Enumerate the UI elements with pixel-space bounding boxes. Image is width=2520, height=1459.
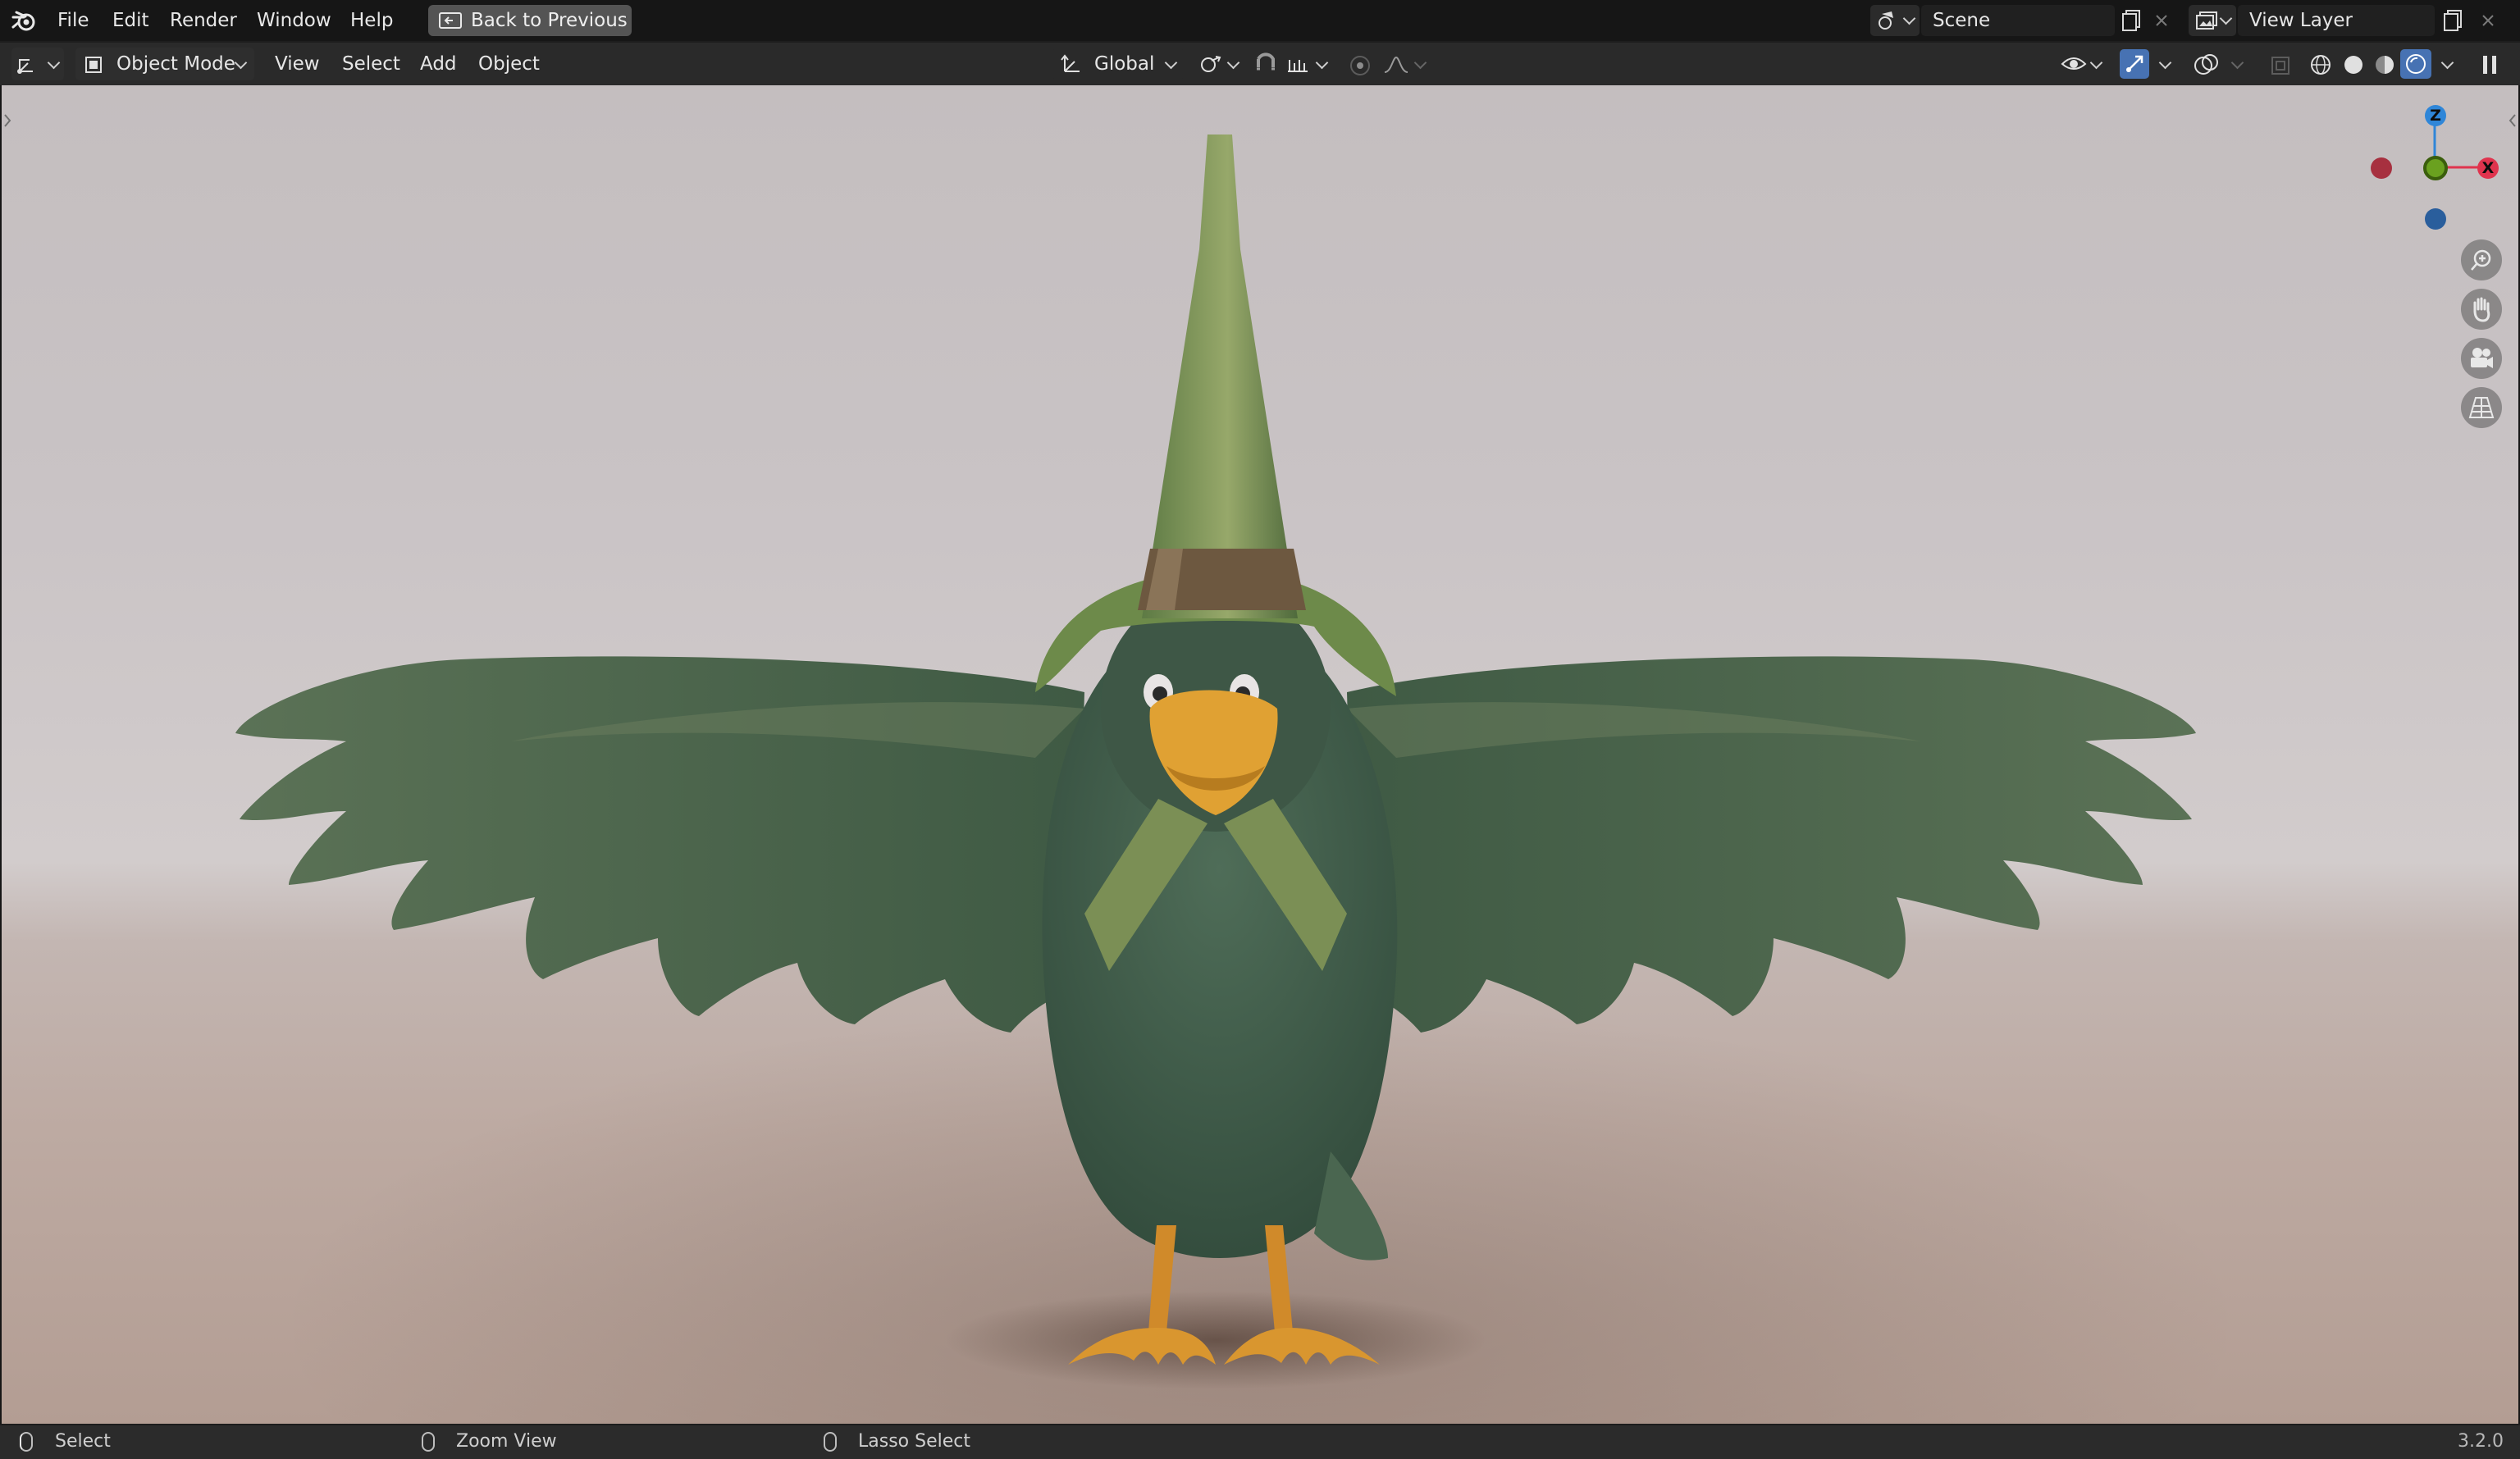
mouse-left-click-icon bbox=[20, 1432, 33, 1452]
wireframe-shading-icon[interactable] bbox=[2308, 52, 2333, 77]
gizmo-y-axis-button[interactable] bbox=[2423, 156, 2448, 180]
gizmo-x-label: X bbox=[2481, 159, 2495, 177]
chevron-down-icon bbox=[1413, 56, 1427, 70]
view-layer-name-field[interactable]: View Layer bbox=[2238, 5, 2435, 36]
falloff-curve-icon bbox=[1384, 56, 1408, 73]
header-menu-object[interactable]: Object bbox=[478, 50, 540, 78]
view-layer-type-dropdown[interactable] bbox=[2189, 5, 2236, 36]
rendered-shading-toggle[interactable] bbox=[2400, 49, 2431, 79]
scene-name-label: Scene bbox=[1933, 10, 1991, 31]
header-menu-view[interactable]: View bbox=[275, 50, 320, 78]
xray-toggle-icon[interactable] bbox=[2269, 54, 2292, 77]
grid-view-icon bbox=[2468, 397, 2495, 418]
status-hint-lasso-select: Lasso Select bbox=[858, 1431, 970, 1452]
header-menu-select[interactable]: Select bbox=[342, 50, 400, 78]
view-layer-icon bbox=[2196, 11, 2217, 30]
toggle-perspective-button[interactable] bbox=[2461, 387, 2502, 428]
pivot-point-icon bbox=[1201, 56, 1221, 72]
close-view-layer-icon[interactable] bbox=[2479, 11, 2497, 30]
show-gizmo-toggle[interactable] bbox=[2120, 49, 2149, 79]
chevron-down-icon bbox=[2089, 56, 2103, 70]
solid-shading-icon[interactable] bbox=[2341, 52, 2366, 77]
gizmo-x-axis-button[interactable]: X bbox=[2477, 157, 2499, 179]
new-scene-icon[interactable] bbox=[2120, 8, 2144, 33]
menu-file[interactable]: File bbox=[57, 8, 89, 33]
pan-view-button[interactable] bbox=[2461, 289, 2502, 330]
chevron-down-icon bbox=[1315, 56, 1329, 70]
gizmo-negative-z-button[interactable] bbox=[2425, 208, 2446, 230]
scene-icon bbox=[1879, 11, 1893, 30]
status-hint-zoom-view: Zoom View bbox=[456, 1431, 557, 1452]
snap-target-dropdown[interactable] bbox=[1281, 48, 1334, 80]
rendered-crow-character bbox=[235, 135, 2196, 1389]
sidebar-collapse-arrow-icon[interactable] bbox=[2507, 112, 2517, 130]
status-bar bbox=[0, 1424, 2520, 1459]
transform-orientation-dropdown[interactable]: Global bbox=[1053, 48, 1183, 80]
overlays-icon[interactable] bbox=[2194, 52, 2220, 77]
editor-type-dropdown[interactable] bbox=[11, 48, 64, 80]
chevron-down-icon bbox=[1226, 56, 1240, 70]
chevron-down-icon bbox=[234, 56, 248, 70]
chevron-down-icon bbox=[1164, 56, 1178, 70]
snap-increment-icon bbox=[1288, 60, 1308, 72]
pivot-point-dropdown[interactable] bbox=[1194, 48, 1244, 80]
toolbar-collapse-arrow-icon[interactable] bbox=[3, 112, 13, 130]
rendered-shading-icon bbox=[2406, 54, 2426, 74]
new-view-layer-icon[interactable] bbox=[2441, 8, 2466, 33]
object-mode-dropdown[interactable]: Object Mode bbox=[75, 48, 254, 80]
close-scene-icon[interactable] bbox=[2152, 11, 2171, 30]
navigation-gizmo[interactable]: Z X bbox=[2364, 102, 2499, 230]
object-mode-label: Object Mode bbox=[116, 53, 235, 75]
header-menu-add[interactable]: Add bbox=[420, 50, 457, 78]
mouse-middle-click-icon bbox=[422, 1432, 435, 1452]
global-axes-icon bbox=[1061, 54, 1080, 72]
transform-orientation-label: Global bbox=[1094, 53, 1155, 75]
chevron-down-icon bbox=[1902, 11, 1916, 25]
menu-window[interactable]: Window bbox=[257, 8, 331, 33]
menu-edit[interactable]: Edit bbox=[112, 8, 149, 33]
mouse-right-click-icon bbox=[824, 1432, 837, 1452]
proportional-editing-icon[interactable] bbox=[1349, 54, 1372, 77]
eye-visibility-icon bbox=[2061, 57, 2087, 70]
gizmo-negative-x-button[interactable] bbox=[2371, 157, 2392, 179]
menu-render[interactable]: Render bbox=[170, 8, 237, 33]
camera-view-button[interactable] bbox=[2461, 338, 2502, 379]
zoom-icon bbox=[2471, 249, 2491, 271]
menu-help[interactable]: Help bbox=[350, 8, 393, 33]
snap-toggle-icon[interactable] bbox=[1253, 52, 1278, 77]
3d-viewport[interactable]: Z X bbox=[2, 85, 2518, 1424]
visibility-dropdown[interactable] bbox=[2057, 48, 2107, 80]
back-screen-icon bbox=[439, 12, 462, 29]
scene-type-dropdown[interactable] bbox=[1870, 5, 1920, 36]
top-menu-bar: File Edit Render Window Help Back to Pre… bbox=[0, 0, 2520, 41]
pause-render-icon[interactable] bbox=[2477, 52, 2502, 77]
zoom-view-button[interactable] bbox=[2461, 239, 2502, 280]
camera-icon bbox=[2471, 348, 2493, 368]
gizmo-z-axis-button[interactable]: Z bbox=[2425, 105, 2446, 126]
gizmo-z-label: Z bbox=[2430, 107, 2441, 125]
view-layer-name-label: View Layer bbox=[2249, 10, 2353, 31]
object-mode-icon bbox=[85, 57, 102, 73]
version-label: 3.2.0 bbox=[2458, 1431, 2504, 1452]
chevron-down-icon bbox=[2219, 11, 2233, 25]
chevron-down-icon bbox=[47, 56, 61, 70]
material-preview-shading-icon[interactable] bbox=[2372, 52, 2397, 77]
hand-pan-icon bbox=[2473, 297, 2490, 322]
gizmo-icon bbox=[2126, 55, 2143, 72]
scene-name-field[interactable]: Scene bbox=[1921, 5, 2115, 36]
back-to-previous-button[interactable]: Back to Previous bbox=[428, 5, 632, 36]
blender-logo-icon[interactable] bbox=[11, 10, 36, 31]
status-hint-select: Select bbox=[55, 1431, 111, 1452]
proportional-falloff-dropdown[interactable] bbox=[1380, 48, 1432, 80]
back-to-previous-label: Back to Previous bbox=[471, 10, 628, 31]
3d-viewport-icon bbox=[17, 59, 33, 74]
